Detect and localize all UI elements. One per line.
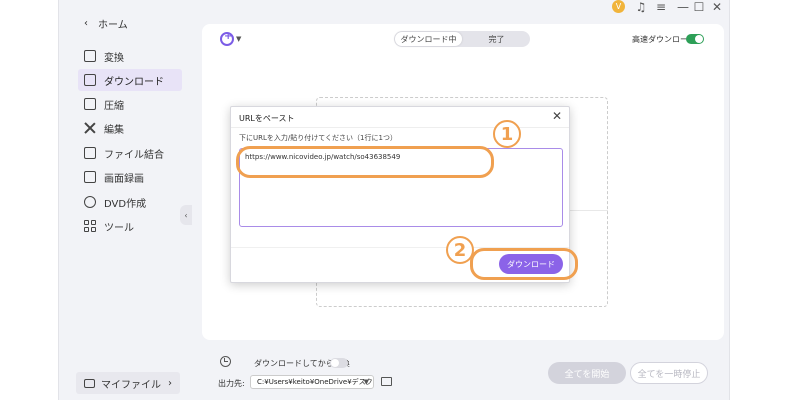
sidebar-item-label: DVD作成: [104, 198, 147, 210]
myfiles-button[interactable]: マイファイル ›: [76, 372, 180, 394]
sidebar-item-label: 画面録画: [104, 173, 144, 185]
add-url-button[interactable]: + ▼: [220, 30, 246, 48]
sidebar-item-dvd[interactable]: DVD作成: [78, 191, 182, 213]
annotation-oval-download: [470, 248, 578, 280]
record-icon: [84, 171, 96, 183]
folder-icon[interactable]: [381, 377, 392, 386]
maximize-icon[interactable]: ☐: [692, 0, 706, 14]
sidebar-item-record[interactable]: 画面録画: [78, 166, 182, 188]
dialog-title: URLをペースト: [239, 114, 295, 123]
user-avatar[interactable]: V: [612, 0, 625, 13]
start-all-button[interactable]: 全てを開始: [548, 362, 626, 384]
dialog-instruction: 下にURLを入力/貼り付けてください（1行に1つ）: [239, 134, 397, 142]
high-speed-toggle[interactable]: [686, 34, 704, 44]
close-icon[interactable]: ✕: [552, 109, 562, 123]
close-icon[interactable]: ✕: [710, 0, 724, 14]
sidebar-collapse-button[interactable]: ‹: [180, 205, 192, 225]
sidebar-item-merge[interactable]: ファイル結合: [78, 142, 182, 164]
sidebar-item-edit[interactable]: 編集: [78, 117, 182, 139]
sidebar-item-label: ツール: [104, 222, 134, 234]
sidebar-item-label: 圧縮: [104, 100, 124, 112]
dvd-icon: [84, 196, 96, 208]
headset-icon[interactable]: ♫: [634, 0, 648, 14]
tab-completed[interactable]: 完了: [463, 31, 530, 47]
merge-icon: [84, 147, 96, 159]
sidebar-item-label: 編集: [104, 124, 124, 136]
sidebar-item-label: 変換: [104, 52, 124, 64]
sidebar-item-compress[interactable]: 圧縮: [78, 93, 182, 115]
convert-after-toggle[interactable]: [330, 358, 348, 368]
annotation-step-1: 1: [493, 120, 521, 148]
compress-icon: [84, 98, 96, 110]
add-download-icon: +: [220, 31, 234, 46]
scissors-icon: [84, 122, 96, 134]
sidebar-item-download[interactable]: ダウンロード: [78, 69, 182, 91]
sidebar-item-label: ファイル結合: [104, 149, 164, 161]
output-label: 出力先:: [218, 379, 245, 388]
chevron-left-icon: ‹: [84, 18, 88, 29]
home-label: ホーム: [98, 20, 128, 31]
chevron-down-icon: ▼: [363, 378, 369, 386]
annotation-step-2: 2: [446, 236, 474, 264]
menu-icon[interactable]: ≡: [654, 0, 668, 14]
pause-all-button[interactable]: 全てを一時停止: [630, 362, 708, 384]
home-link[interactable]: ‹ ホーム: [84, 16, 128, 31]
myfiles-label: マイファイル: [101, 379, 161, 391]
sidebar-item-tools[interactable]: ツール: [78, 215, 182, 237]
tab-downloading[interactable]: ダウンロード中: [395, 32, 462, 46]
output-path-select[interactable]: C:¥Users¥keito¥OneDrive¥デスク ▼: [250, 375, 374, 389]
tools-grid-icon: [84, 220, 96, 232]
annotation-oval-url: [236, 146, 494, 178]
status-tabs: ダウンロード中 完了: [394, 31, 530, 47]
chevron-down-icon: ▼: [236, 35, 242, 43]
download-icon: [84, 74, 96, 86]
sidebar-item-label: ダウンロード: [104, 76, 164, 88]
sidebar-item-convert[interactable]: 変換: [78, 45, 182, 67]
clock-icon: [220, 356, 231, 367]
chevron-right-icon: ›: [168, 377, 172, 389]
convert-icon: [84, 50, 96, 62]
minimize-icon[interactable]: —: [676, 0, 690, 14]
output-path-value: C:¥Users¥keito¥OneDrive¥デスク: [257, 378, 373, 386]
folder-icon: [84, 378, 95, 388]
